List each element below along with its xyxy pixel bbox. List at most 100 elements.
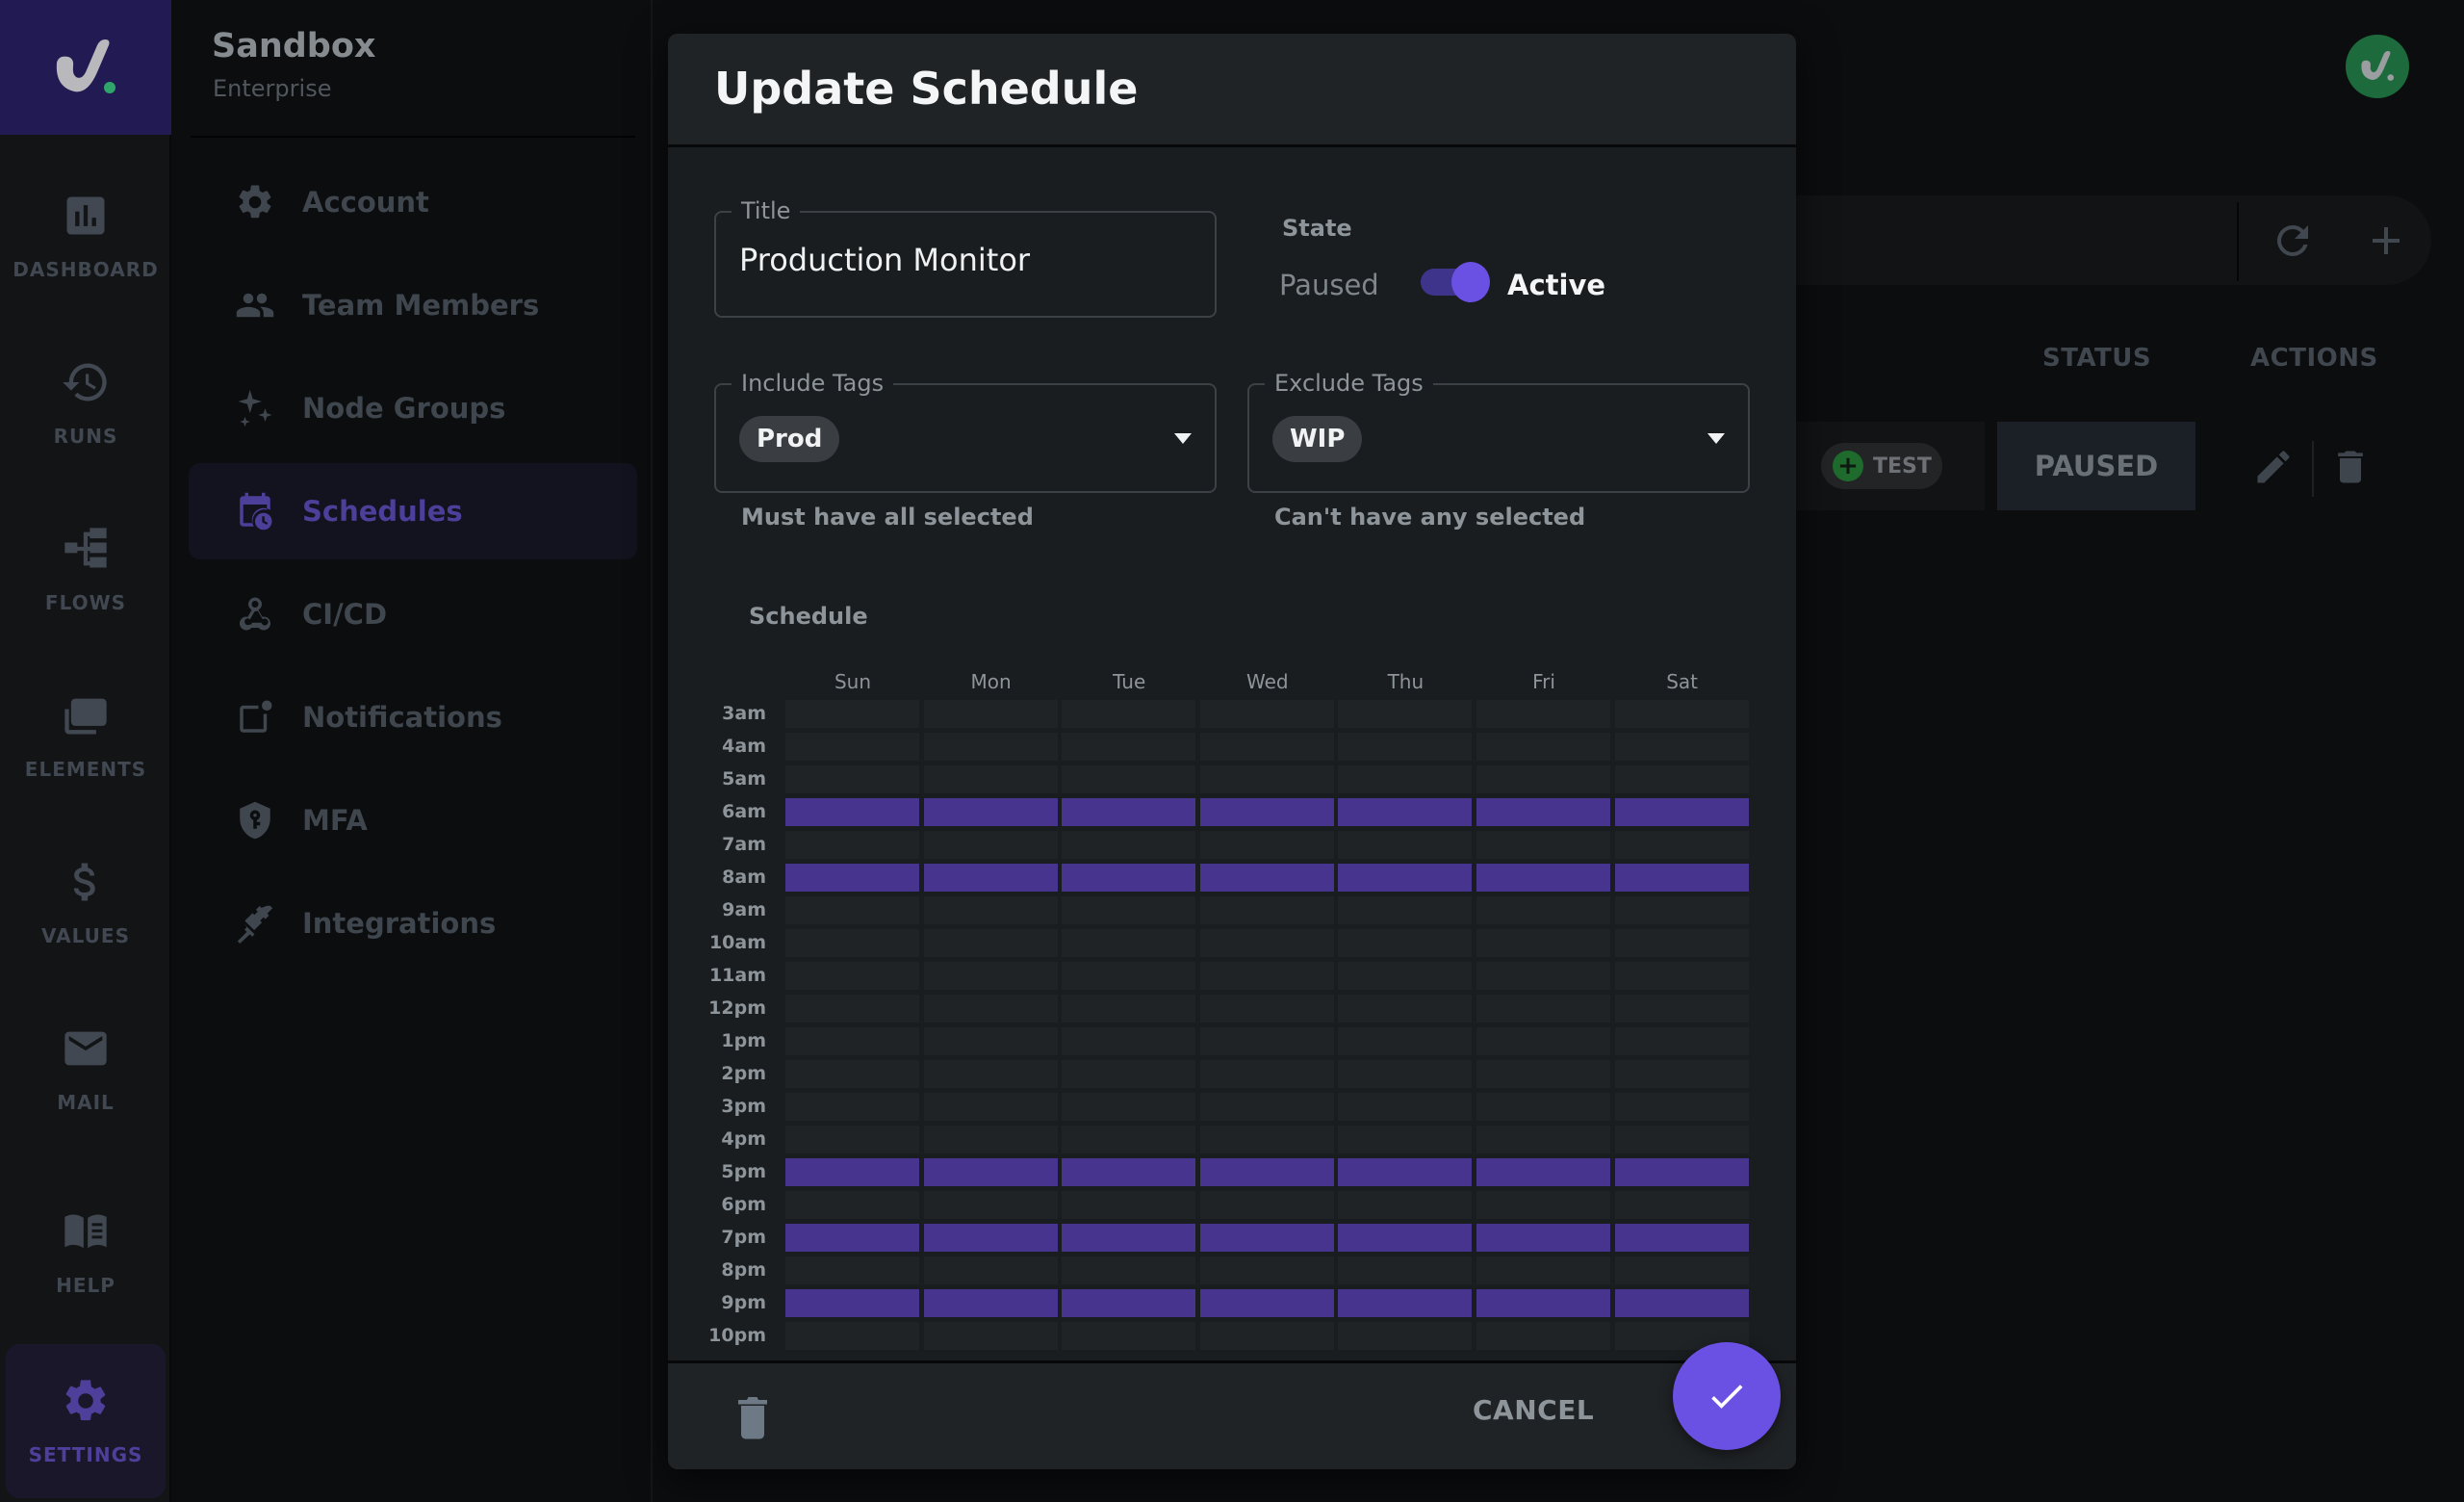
rail-item-flows[interactable]: FLOWS bbox=[6, 492, 166, 646]
schedule-cell-wed-5am[interactable] bbox=[1199, 765, 1334, 793]
rail-item-runs[interactable]: RUNS bbox=[6, 325, 166, 479]
schedule-cell-thu-7am[interactable] bbox=[1338, 831, 1473, 859]
schedule-cell-tue-10am[interactable] bbox=[1062, 929, 1196, 957]
schedule-cell-wed-4am[interactable] bbox=[1199, 733, 1334, 761]
schedule-cell-mon-10am[interactable] bbox=[923, 929, 1058, 957]
schedule-cell-tue-8pm[interactable] bbox=[1062, 1256, 1196, 1284]
hour-label-4pm[interactable]: 4pm bbox=[668, 1128, 766, 1150]
schedule-cell-thu-3am[interactable] bbox=[1338, 700, 1473, 728]
schedule-cell-mon-6pm[interactable] bbox=[923, 1191, 1058, 1219]
schedule-cell-sun-8am[interactable] bbox=[785, 864, 919, 892]
schedule-cell-sat-4am[interactable] bbox=[1614, 733, 1749, 761]
toggle-thumb[interactable] bbox=[1451, 262, 1490, 302]
schedule-cell-sat-6am[interactable] bbox=[1614, 798, 1749, 826]
schedule-cell-sun-6pm[interactable] bbox=[785, 1191, 919, 1219]
hour-label-10pm[interactable]: 10pm bbox=[668, 1325, 766, 1346]
schedule-cell-tue-10pm[interactable] bbox=[1062, 1322, 1196, 1350]
schedule-cell-mon-5pm[interactable] bbox=[923, 1158, 1058, 1186]
schedule-cell-wed-2pm[interactable] bbox=[1199, 1060, 1334, 1088]
schedule-cell-fri-8am[interactable] bbox=[1476, 864, 1610, 892]
schedule-cell-wed-8pm[interactable] bbox=[1199, 1256, 1334, 1284]
schedule-cell-wed-7pm[interactable] bbox=[1199, 1224, 1334, 1252]
rail-item-dashboard[interactable]: DASHBOARD bbox=[6, 159, 166, 313]
hour-label-12pm[interactable]: 12pm bbox=[668, 997, 766, 1019]
hour-label-6am[interactable]: 6am bbox=[668, 801, 766, 822]
schedule-cell-sun-2pm[interactable] bbox=[785, 1060, 919, 1088]
schedule-cell-sun-5pm[interactable] bbox=[785, 1158, 919, 1186]
schedule-cell-fri-6pm[interactable] bbox=[1476, 1191, 1610, 1219]
schedule-cell-fri-3am[interactable] bbox=[1476, 700, 1610, 728]
schedule-cell-thu-9pm[interactable] bbox=[1338, 1289, 1473, 1317]
schedule-cell-sun-9am[interactable] bbox=[785, 896, 919, 924]
schedule-cell-tue-3am[interactable] bbox=[1062, 700, 1196, 728]
schedule-cell-thu-1pm[interactable] bbox=[1338, 1027, 1473, 1055]
rail-item-mail[interactable]: MAIL bbox=[6, 992, 166, 1146]
settings-nav-team-members[interactable]: Team Members bbox=[189, 257, 637, 353]
schedule-cell-sat-2pm[interactable] bbox=[1614, 1060, 1749, 1088]
schedule-cell-mon-8am[interactable] bbox=[923, 864, 1058, 892]
schedule-cell-sun-12pm[interactable] bbox=[785, 995, 919, 1023]
schedule-cell-thu-5am[interactable] bbox=[1338, 765, 1473, 793]
schedule-cell-fri-10am[interactable] bbox=[1476, 929, 1610, 957]
schedule-cell-sat-8pm[interactable] bbox=[1614, 1256, 1749, 1284]
schedule-cell-thu-6am[interactable] bbox=[1338, 798, 1473, 826]
schedule-cell-tue-4am[interactable] bbox=[1062, 733, 1196, 761]
schedule-cell-fri-6am[interactable] bbox=[1476, 798, 1610, 826]
day-header-tue[interactable]: Tue bbox=[1062, 670, 1196, 693]
schedule-cell-fri-9am[interactable] bbox=[1476, 896, 1610, 924]
schedule-cell-wed-6pm[interactable] bbox=[1199, 1191, 1334, 1219]
schedule-cell-mon-9pm[interactable] bbox=[923, 1289, 1058, 1317]
schedule-cell-wed-10pm[interactable] bbox=[1199, 1322, 1334, 1350]
schedule-cell-mon-2pm[interactable] bbox=[923, 1060, 1058, 1088]
settings-nav-ci-cd[interactable]: CI/CD bbox=[189, 566, 637, 662]
include-tags-select[interactable]: Include Tags Prod bbox=[714, 370, 1217, 493]
schedule-cell-sat-10am[interactable] bbox=[1614, 929, 1749, 957]
schedule-cell-sun-4pm[interactable] bbox=[785, 1126, 919, 1153]
schedule-cell-thu-4pm[interactable] bbox=[1338, 1126, 1473, 1153]
schedule-cell-fri-3pm[interactable] bbox=[1476, 1093, 1610, 1121]
schedule-cell-fri-11am[interactable] bbox=[1476, 962, 1610, 990]
include-tag-chip[interactable]: Prod bbox=[739, 416, 840, 462]
schedule-cell-sun-8pm[interactable] bbox=[785, 1256, 919, 1284]
hour-label-10am[interactable]: 10am bbox=[668, 932, 766, 953]
settings-nav-notifications[interactable]: Notifications bbox=[189, 669, 637, 765]
day-header-fri[interactable]: Fri bbox=[1476, 670, 1611, 693]
state-toggle[interactable] bbox=[1419, 262, 1492, 302]
hour-label-7am[interactable]: 7am bbox=[668, 834, 766, 855]
exclude-tags-select[interactable]: Exclude Tags WIP bbox=[1247, 370, 1750, 493]
schedule-cell-sat-3am[interactable] bbox=[1614, 700, 1749, 728]
schedule-cell-wed-7am[interactable] bbox=[1199, 831, 1334, 859]
schedule-cell-tue-7am[interactable] bbox=[1062, 831, 1196, 859]
schedule-cell-thu-11am[interactable] bbox=[1338, 962, 1473, 990]
title-input[interactable] bbox=[739, 242, 1192, 278]
schedule-cell-wed-12pm[interactable] bbox=[1199, 995, 1334, 1023]
schedule-cell-thu-8pm[interactable] bbox=[1338, 1256, 1473, 1284]
schedule-cell-sun-3pm[interactable] bbox=[785, 1093, 919, 1121]
schedule-cell-sat-4pm[interactable] bbox=[1614, 1126, 1749, 1153]
schedule-cell-mon-5am[interactable] bbox=[923, 765, 1058, 793]
schedule-cell-mon-12pm[interactable] bbox=[923, 995, 1058, 1023]
schedule-cell-sun-11am[interactable] bbox=[785, 962, 919, 990]
exclude-tag-chip[interactable]: WIP bbox=[1272, 416, 1363, 462]
schedule-cell-wed-3am[interactable] bbox=[1199, 700, 1334, 728]
schedule-cell-wed-1pm[interactable] bbox=[1199, 1027, 1334, 1055]
hour-label-3am[interactable]: 3am bbox=[668, 703, 766, 724]
schedule-cell-sun-9pm[interactable] bbox=[785, 1289, 919, 1317]
schedule-cell-sun-10am[interactable] bbox=[785, 929, 919, 957]
schedule-cell-mon-4am[interactable] bbox=[923, 733, 1058, 761]
schedule-cell-fri-7pm[interactable] bbox=[1476, 1224, 1610, 1252]
schedule-cell-sat-7am[interactable] bbox=[1614, 831, 1749, 859]
dropdown-arrow-icon[interactable] bbox=[1707, 433, 1725, 444]
rail-item-help[interactable]: HELP bbox=[6, 1175, 166, 1329]
schedule-cell-sat-6pm[interactable] bbox=[1614, 1191, 1749, 1219]
schedule-cell-thu-4am[interactable] bbox=[1338, 733, 1473, 761]
hour-label-8am[interactable]: 8am bbox=[668, 867, 766, 888]
settings-nav-mfa[interactable]: MFA bbox=[189, 772, 637, 868]
hour-label-2pm[interactable]: 2pm bbox=[668, 1063, 766, 1084]
schedule-cell-thu-10pm[interactable] bbox=[1338, 1322, 1473, 1350]
schedule-cell-tue-1pm[interactable] bbox=[1062, 1027, 1196, 1055]
refresh-button[interactable] bbox=[2270, 218, 2316, 264]
schedule-cell-fri-9pm[interactable] bbox=[1476, 1289, 1610, 1317]
hour-label-9pm[interactable]: 9pm bbox=[668, 1292, 766, 1313]
schedule-cell-fri-2pm[interactable] bbox=[1476, 1060, 1610, 1088]
